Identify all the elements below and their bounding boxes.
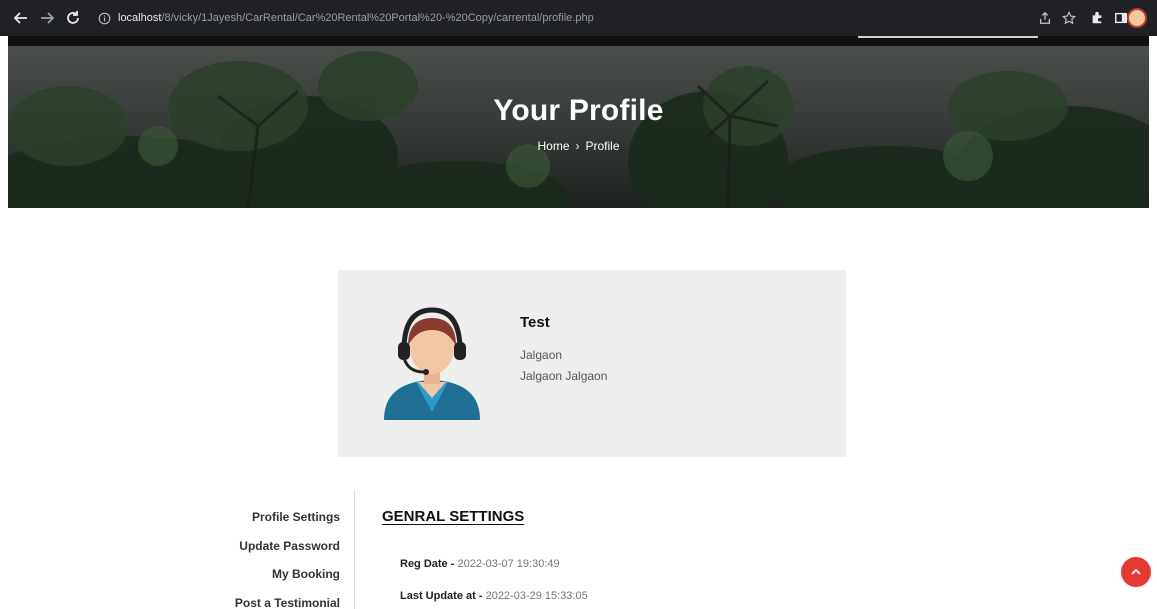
share-icon[interactable]: [1036, 9, 1054, 27]
menu-item-my-booking[interactable]: My Booking: [272, 567, 340, 581]
last-update-row: Last Update at - 2022-03-29 15:33:05: [400, 590, 588, 602]
profile-avatar-icon[interactable]: [1127, 8, 1147, 28]
last-update-value: 2022-03-29 15:33:05: [485, 590, 588, 602]
last-update-label: Last Update at -: [400, 590, 486, 602]
menu-item-update-password[interactable]: Update Password: [239, 539, 340, 553]
hero-banner: Your Profile Home › Profile: [8, 46, 1149, 208]
profile-address: Jalgaon Jalgaon: [520, 369, 608, 383]
reg-date-row: Reg Date - 2022-03-07 19:30:49: [400, 558, 560, 570]
browser-toolbar: localhost/8/vicky/1Jayesh/CarRental/Car%…: [0, 0, 1157, 36]
page-title: Your Profile: [493, 94, 664, 127]
menu-item-profile-settings[interactable]: Profile Settings: [252, 510, 340, 524]
back-arrow-icon[interactable]: [10, 7, 32, 29]
profile-card: Test Jalgaon Jalgaon Jalgaon: [338, 270, 846, 457]
star-icon[interactable]: [1060, 9, 1078, 27]
reg-date-label: Reg Date -: [400, 558, 458, 570]
site-header-strip: [8, 36, 1149, 46]
info-icon[interactable]: [96, 10, 112, 26]
section-title: GENRAL SETTINGS: [382, 508, 525, 525]
scroll-to-top-button[interactable]: [1121, 557, 1151, 587]
chevron-right-icon: ›: [575, 139, 580, 153]
page: localhost/8/vicky/1Jayesh/CarRental/Car%…: [0, 0, 1157, 609]
support-agent-avatar-icon: [384, 307, 480, 420]
forward-arrow-icon[interactable]: [36, 7, 58, 29]
breadcrumb-home[interactable]: Home: [537, 139, 569, 153]
profile-name: Test: [520, 314, 550, 331]
chevron-up-icon: [1131, 568, 1141, 575]
breadcrumb-current: Profile: [585, 139, 620, 153]
puzzle-icon[interactable]: [1088, 9, 1106, 27]
menu-divider: [354, 490, 355, 609]
reg-date-value: 2022-03-07 19:30:49: [457, 558, 560, 570]
url-path: /8/vicky/1Jayesh/CarRental/Car%20Rental%…: [161, 12, 594, 24]
profile-city: Jalgaon: [520, 348, 563, 362]
breadcrumb: Home › Profile: [8, 139, 1149, 153]
header-search-underline: [858, 36, 1038, 38]
menu-item-post-testimonial[interactable]: Post a Testimonial: [235, 596, 340, 609]
address-bar[interactable]: localhost/8/vicky/1Jayesh/CarRental/Car%…: [92, 5, 1052, 31]
reload-icon[interactable]: [62, 7, 84, 29]
url-host: localhost: [118, 12, 162, 24]
